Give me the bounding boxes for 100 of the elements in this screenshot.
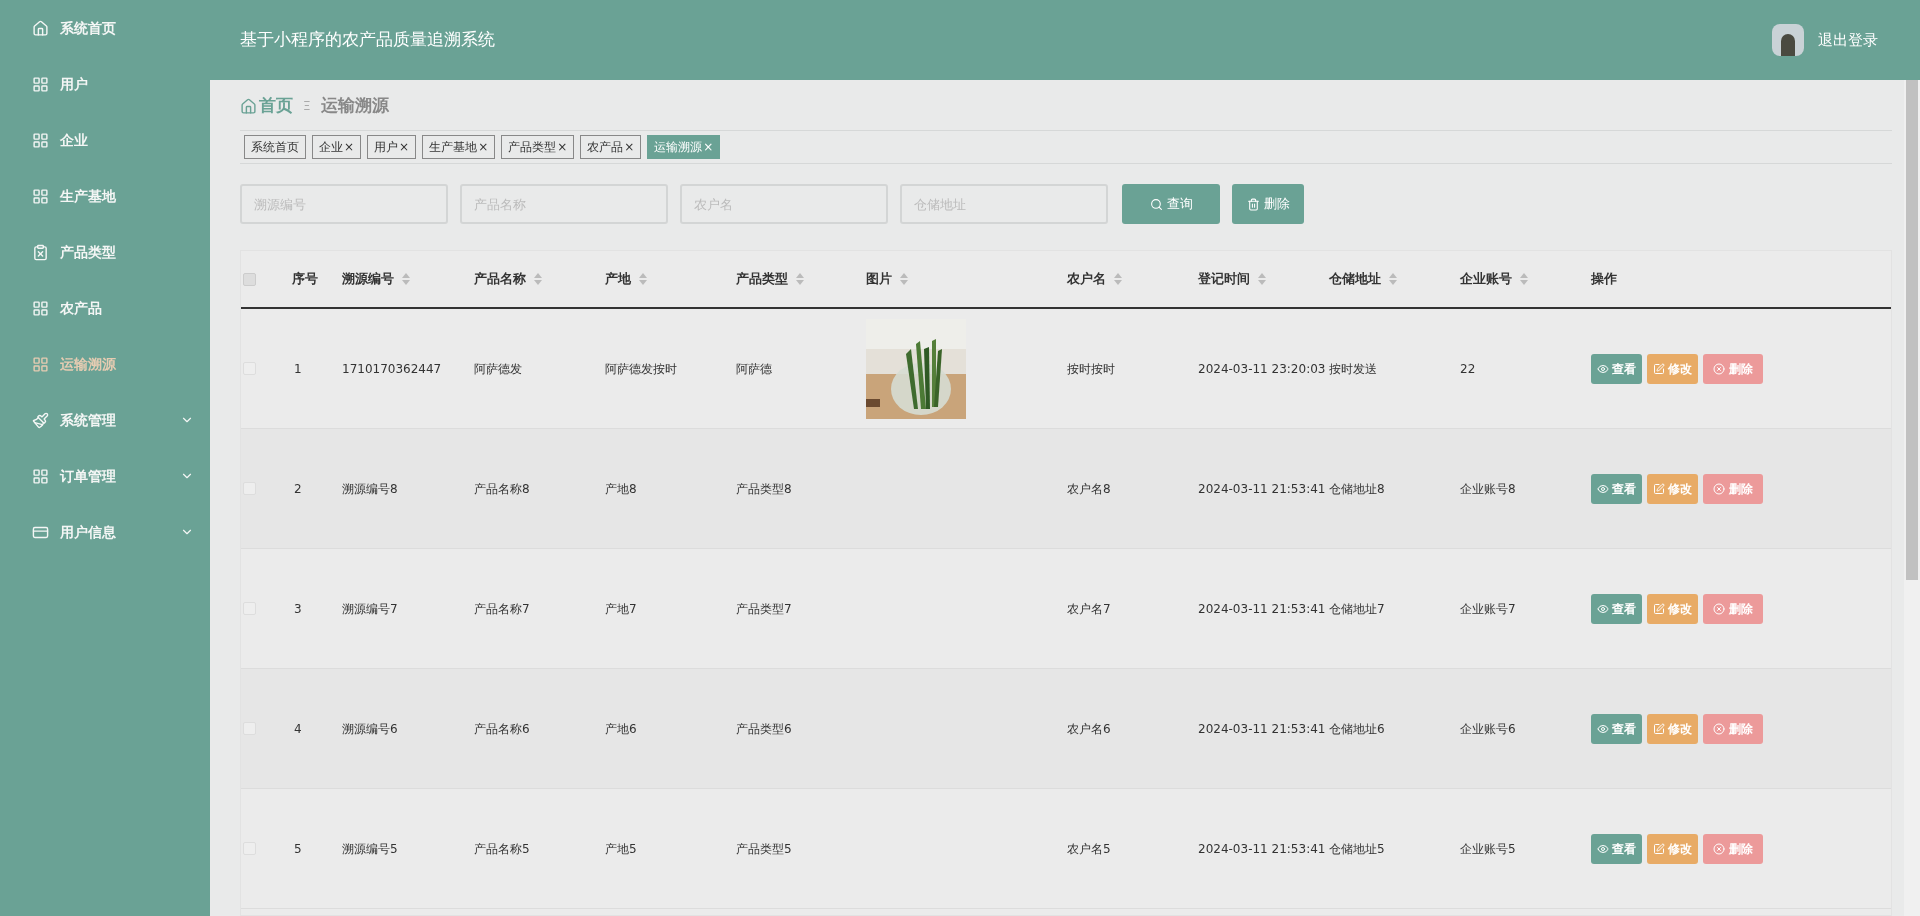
eye-icon	[1597, 722, 1609, 735]
sidebar-item[interactable]: 产品类型	[0, 224, 210, 280]
column-header[interactable]: 产地	[605, 269, 647, 289]
table-cell-text: 企业账号8	[1460, 480, 1517, 498]
grid-icon	[32, 75, 49, 93]
tag[interactable]: 产品类型×	[501, 135, 575, 159]
table-cell-text: 4	[293, 720, 303, 738]
sort-icon[interactable]	[639, 273, 647, 285]
home-icon	[32, 19, 49, 37]
column-header[interactable]: 仓储地址	[1329, 269, 1397, 289]
table-cell-text: 溯源编号6	[342, 720, 399, 738]
breadcrumb-separator: Ξ	[303, 98, 311, 115]
sort-icon[interactable]	[402, 273, 410, 285]
system-title: 基于小程序的农产品质量追溯系统	[240, 28, 496, 52]
table-cell-text: 按时按时	[1067, 360, 1116, 378]
sort-icon[interactable]	[1114, 273, 1122, 285]
checkbox[interactable]	[243, 272, 256, 286]
clipboard-icon	[32, 243, 49, 261]
edit-icon	[1653, 722, 1665, 735]
table-cell-text: 溯源编号5	[342, 840, 399, 858]
view-button[interactable]: 查看	[1591, 473, 1642, 504]
table-cell-text: 产品名称8	[474, 480, 531, 498]
sort-icon[interactable]	[534, 273, 542, 285]
sidebar-item[interactable]: 生产基地	[0, 168, 210, 224]
table-cell-text: 产品名称6	[474, 720, 531, 738]
column-header[interactable]: 图片	[866, 269, 908, 289]
tag[interactable]: 用户×	[367, 135, 417, 159]
edit-button[interactable]: 修改	[1647, 473, 1698, 504]
sort-icon[interactable]	[1258, 273, 1266, 285]
circle-x-icon	[1713, 722, 1725, 735]
table-cell-text: 2024-03-11 21:53:41	[1198, 840, 1327, 858]
tag[interactable]: 运输溯源×	[647, 135, 721, 159]
sort-icon[interactable]	[900, 273, 908, 285]
breadcrumb-link[interactable]: 首页	[259, 93, 293, 119]
tag[interactable]: 企业×	[312, 135, 362, 159]
view-button[interactable]: 查看	[1591, 713, 1642, 744]
column-header[interactable]: 农户名	[1067, 269, 1122, 289]
close-icon[interactable]: ×	[344, 138, 355, 156]
scrollbar[interactable]	[1904, 80, 1920, 916]
eye-icon	[1597, 602, 1609, 615]
sort-icon[interactable]	[1389, 273, 1397, 285]
edit-button[interactable]: 修改	[1647, 353, 1698, 384]
close-icon[interactable]: ×	[557, 138, 568, 156]
sidebar-item[interactable]: 系统首页	[0, 0, 210, 56]
column-header[interactable]: 登记时间	[1198, 269, 1266, 289]
column-header[interactable]: 企业账号	[1460, 269, 1528, 289]
circle-x-icon	[1713, 362, 1725, 375]
eye-icon	[1597, 482, 1609, 495]
query-button[interactable]: 查询	[1122, 184, 1220, 224]
edit-button[interactable]: 修改	[1647, 713, 1698, 744]
tag[interactable]: 生产基地×	[422, 135, 496, 159]
sidebar-item[interactable]: 订单管理	[0, 448, 210, 504]
row-delete-button[interactable]: 删除	[1703, 353, 1763, 384]
sidebar-item[interactable]: 农产品	[0, 280, 210, 336]
close-icon[interactable]: ×	[703, 138, 714, 156]
column-header[interactable]: 溯源编号	[342, 269, 410, 289]
logout-button[interactable]: 退出登录	[1818, 28, 1878, 52]
row-delete-button[interactable]: 删除	[1703, 833, 1763, 864]
view-button[interactable]: 查看	[1591, 353, 1642, 384]
row-delete-button[interactable]: 删除	[1703, 593, 1763, 624]
edit-button[interactable]: 修改	[1647, 833, 1698, 864]
table-cell-text: 22	[1460, 360, 1477, 378]
table-cell-text: 企业账号7	[1460, 600, 1517, 618]
tag[interactable]: 系统首页	[244, 135, 306, 159]
sidebar-item[interactable]: 系统管理	[0, 392, 210, 448]
table-cell-text: 产品类型8	[736, 480, 793, 498]
sidebar-item[interactable]: 用户信息	[0, 504, 210, 560]
tag[interactable]: 农产品×	[580, 135, 642, 159]
view-button[interactable]: 查看	[1591, 593, 1642, 624]
sidebar-item[interactable]: 企业	[0, 112, 210, 168]
close-icon[interactable]: ×	[478, 138, 489, 156]
column-header[interactable]: 产品名称	[474, 269, 542, 289]
sort-icon[interactable]	[796, 273, 804, 285]
table-cell-text: 产地7	[605, 600, 638, 618]
delete-button[interactable]: 删除	[1232, 184, 1304, 224]
table-cell-text: 5	[293, 840, 303, 858]
column-header[interactable]: 产品类型	[736, 269, 804, 289]
eye-icon	[1597, 362, 1609, 375]
edit-icon	[1653, 842, 1665, 855]
home-icon	[240, 97, 257, 115]
close-icon[interactable]: ×	[624, 138, 635, 156]
table-cell-text: 2024-03-11 21:53:41	[1198, 720, 1327, 738]
edit-button[interactable]: 修改	[1647, 593, 1698, 624]
table-cell-text: 仓储地址7	[1329, 600, 1386, 618]
table-cell-text: 3	[293, 600, 303, 618]
sort-icon[interactable]	[1520, 273, 1528, 285]
grid-icon	[32, 467, 49, 485]
close-icon[interactable]: ×	[399, 138, 410, 156]
row-delete-button[interactable]: 删除	[1703, 713, 1763, 744]
row-delete-button[interactable]: 删除	[1703, 473, 1763, 504]
table-cell-text: 农户名6	[1067, 720, 1112, 738]
view-button[interactable]: 查看	[1591, 833, 1642, 864]
edit-icon	[1653, 482, 1665, 495]
table-cell-text: 产品名称7	[474, 600, 531, 618]
sidebar-item[interactable]: 运输溯源	[0, 336, 210, 392]
sidebar-item[interactable]: 用户	[0, 56, 210, 112]
eye-icon	[1597, 842, 1609, 855]
avatar[interactable]	[1772, 24, 1804, 56]
table-cell-text: 产品名称5	[474, 840, 531, 858]
grid-icon	[32, 131, 49, 149]
